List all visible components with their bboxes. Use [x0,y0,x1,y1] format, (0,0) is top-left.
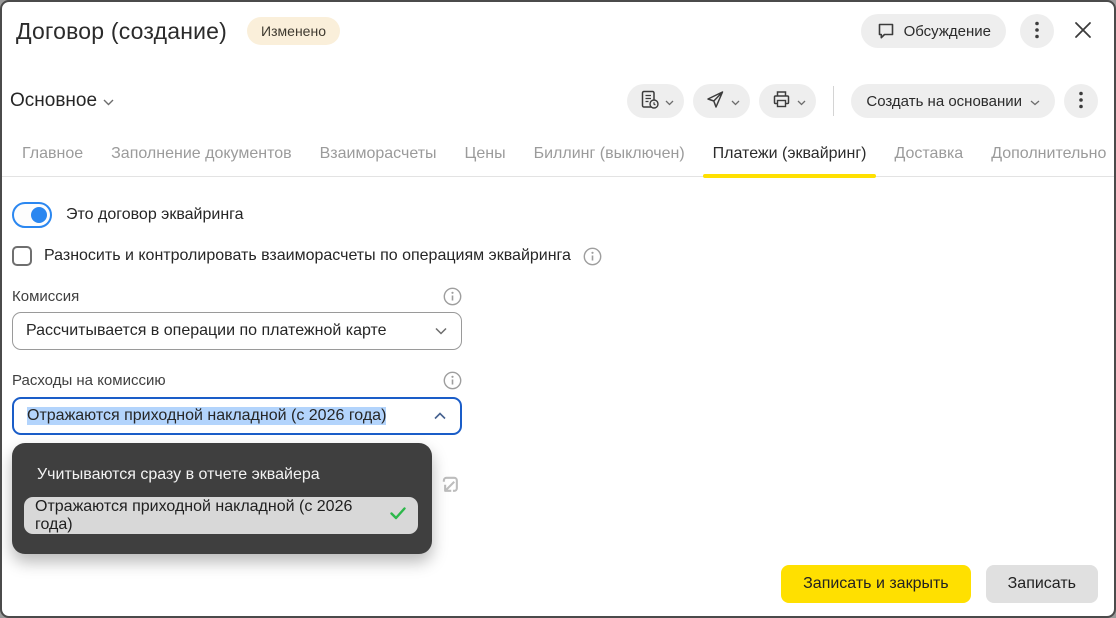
document-clock-icon [639,89,660,113]
create-based-on-button[interactable]: Создать на основании [851,84,1055,118]
tab-zapolnenie-dokumentov[interactable]: Заполнение документов [99,145,303,176]
acquiring-toggle-label: Это договор эквайринга [66,206,244,224]
dropdown-option-selected[interactable]: Отражаются приходной накладной (с 2026 г… [24,497,418,534]
header-more-button[interactable] [1020,14,1054,48]
info-icon[interactable] [583,247,602,266]
tab-glavnoe[interactable]: Главное [10,145,95,176]
send-icon [705,89,726,113]
tab-vzaimoraschety[interactable]: Взаиморасчеты [308,145,449,176]
commission-select-value: Рассчитывается в операции по платежной к… [26,322,387,340]
chevron-down-icon [665,94,674,109]
send-button[interactable] [693,84,750,118]
commission-expenses-label: Расходы на комиссию [12,372,166,389]
dropdown-option[interactable]: Учитываются сразу в отчете эквайера [12,466,432,484]
toolbar-more-button[interactable] [1064,84,1098,118]
save-button[interactable]: Записать [986,565,1098,603]
check-icon [390,507,406,525]
chevron-down-icon [103,90,114,112]
document-journal-button[interactable] [627,84,684,118]
discussion-button[interactable]: Обсуждение [861,14,1006,48]
section-selector-label: Основное [10,90,97,112]
posting-checkbox-row: Разносить и контролировать взаиморасчеты… [12,246,1114,266]
close-button[interactable] [1068,16,1098,46]
tab-content: Это договор эквайринга Разносить и контр… [2,202,1114,554]
tab-tseny[interactable]: Цены [453,145,518,176]
tab-dopolnitelno[interactable]: Дополнительно [979,145,1116,176]
chevron-down-icon [731,94,740,109]
window-header: Договор (создание) Изменено Обсуждение [2,2,1114,48]
contract-window: Договор (создание) Изменено Обсуждение [0,0,1116,618]
chevron-down-icon [435,322,447,340]
posting-checkbox-label: Разносить и контролировать взаиморасчеты… [44,247,571,265]
commission-label-row: Комиссия [12,287,462,306]
kebab-icon [1079,91,1083,112]
open-in-window-icon[interactable] [438,472,464,503]
modified-badge: Изменено [247,17,340,45]
printer-icon [771,89,792,113]
acquiring-toggle[interactable] [12,202,52,228]
commission-expenses-select-value: Отражаются приходной накладной (с 2026 г… [27,407,386,425]
commission-select[interactable]: Рассчитывается в операции по платежной к… [12,312,462,350]
chat-icon [876,21,896,41]
discussion-button-label: Обсуждение [904,23,991,40]
tab-billing[interactable]: Биллинг (выключен) [522,145,697,176]
commission-label: Комиссия [12,288,79,305]
chevron-up-icon [434,407,446,425]
commission-expenses-select[interactable]: Отражаются приходной накладной (с 2026 г… [12,397,462,435]
page-title: Договор (создание) [16,18,227,45]
tab-dostavka[interactable]: Доставка [882,145,975,176]
chevron-down-icon [1030,93,1040,110]
kebab-icon [1035,21,1039,42]
section-selector[interactable]: Основное [10,90,114,112]
toolbar: Создать на основании [627,84,1098,118]
toolbar-divider [833,86,834,116]
posting-checkbox[interactable] [12,246,32,266]
info-icon[interactable] [443,287,462,306]
commission-expenses-dropdown: Учитываются сразу в отчете эквайера Отра… [12,443,432,554]
create-based-on-label: Создать на основании [866,93,1022,110]
subheader: Основное [10,84,1098,118]
save-and-close-button[interactable]: Записать и закрыть [781,565,971,603]
tab-bar: Главное Заполнение документов Взаиморасч… [2,145,1114,177]
close-icon [1073,20,1093,43]
print-button[interactable] [759,84,816,118]
footer-actions: Записать и закрыть Записать [781,565,1098,603]
commission-expenses-label-row: Расходы на комиссию [12,371,462,390]
tab-platezhi-ekvayring[interactable]: Платежи (эквайринг) [701,145,879,176]
chevron-down-icon [797,94,806,109]
info-icon[interactable] [443,371,462,390]
toggle-knob [31,207,47,223]
dropdown-option-label: Отражаются приходной накладной (с 2026 г… [35,498,390,534]
acquiring-toggle-row: Это договор эквайринга [12,202,1114,228]
